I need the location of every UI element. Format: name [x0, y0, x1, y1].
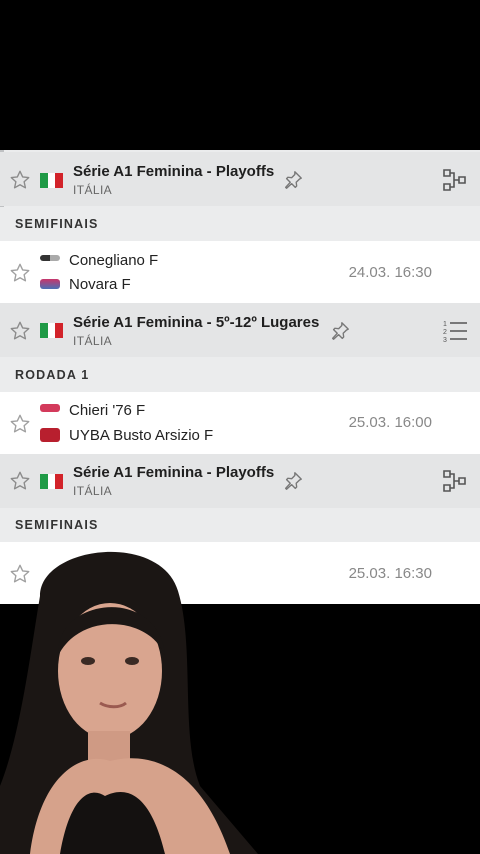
star-icon[interactable]	[9, 169, 31, 191]
star-icon[interactable]	[9, 413, 31, 435]
home-team: Conegliano F	[69, 252, 159, 269]
home-team-logo	[40, 255, 60, 261]
star-icon[interactable]	[9, 320, 31, 342]
pin-icon[interactable]	[282, 169, 304, 191]
league-country: ITÁLIA	[73, 484, 113, 498]
star-icon[interactable]	[9, 262, 31, 284]
league-title: Série A1 Feminina - Playoffs	[73, 464, 275, 481]
away-team-logo	[40, 279, 60, 289]
league-country: ITÁLIA	[73, 334, 113, 348]
italy-flag-icon	[40, 323, 64, 338]
away-team-logo	[40, 428, 60, 442]
match-row[interactable]: Chieri '76 F UYBA Busto Arsizio F 25.03.…	[0, 392, 480, 454]
away-team: UYBA Busto Arsizio F	[69, 427, 214, 444]
match-time: 24.03. 16:30	[348, 264, 432, 281]
league-country: ITÁLIA	[73, 183, 113, 197]
italy-flag-icon	[40, 474, 64, 489]
home-team-logo	[40, 404, 60, 412]
league-header[interactable]: Série A1 Feminina - 5º-12º Lugares ITÁLI…	[0, 303, 480, 357]
pin-icon[interactable]	[282, 470, 304, 492]
match-time: 25.03. 16:00	[348, 414, 432, 431]
round-header: SEMIFINAIS	[0, 207, 480, 241]
league-title: Série A1 Feminina - Playoffs	[73, 163, 275, 180]
league-header[interactable]: Série A1 Feminina - Playoffs ITÁLIA	[0, 454, 480, 508]
match-time: 25.03. 16:30	[348, 565, 432, 582]
bracket-icon[interactable]	[442, 468, 468, 494]
round-header: RODADA 1	[0, 358, 480, 392]
league-header[interactable]: Série A1 Feminina - Playoffs ITÁLIA	[0, 152, 480, 206]
round-label: SEMIFINAIS	[15, 518, 99, 532]
league-title: Série A1 Feminina - 5º-12º Lugares	[73, 314, 320, 331]
svg-text:2: 2	[443, 329, 447, 336]
presenter-video-overlay	[0, 551, 258, 854]
svg-text:1: 1	[443, 321, 447, 328]
star-icon[interactable]	[9, 470, 31, 492]
round-label: SEMIFINAIS	[15, 217, 99, 231]
round-label: RODADA 1	[15, 368, 90, 382]
svg-text:3: 3	[443, 337, 447, 344]
standings-list-icon[interactable]: 123	[442, 318, 468, 344]
pin-icon[interactable]	[329, 320, 351, 342]
bracket-icon[interactable]	[442, 167, 468, 193]
away-team: Novara F	[69, 276, 131, 293]
home-team: Chieri '76 F	[69, 402, 146, 419]
match-row[interactable]: Conegliano F Novara F 24.03. 16:30	[0, 241, 480, 303]
italy-flag-icon	[40, 173, 64, 188]
